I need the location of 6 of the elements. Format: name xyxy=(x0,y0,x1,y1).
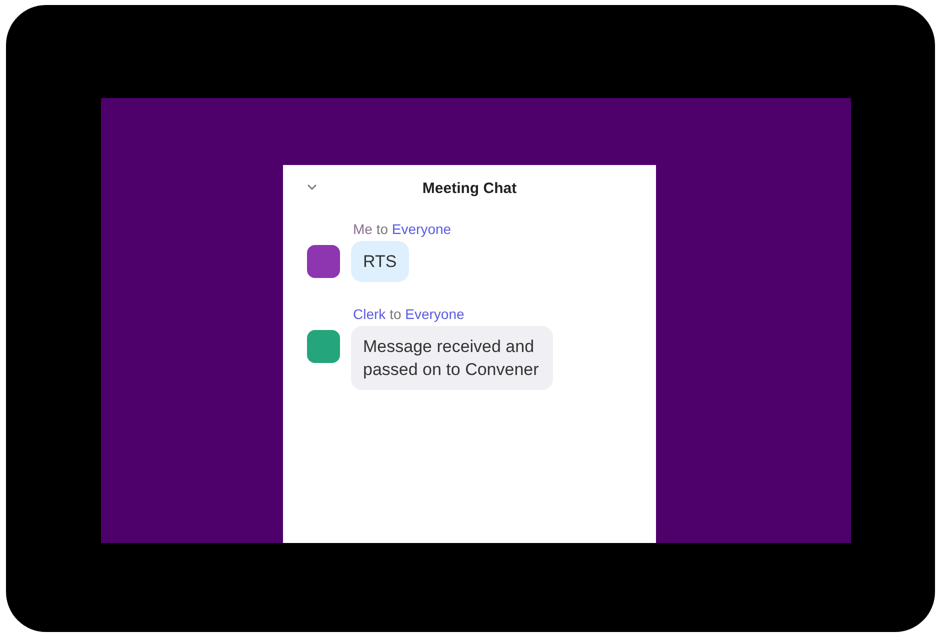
message-header: Me to Everyone xyxy=(353,221,452,237)
message-header: Clerk to Everyone xyxy=(353,306,466,322)
chevron-down-icon[interactable] xyxy=(305,182,319,192)
message-bubble: RTS xyxy=(351,241,409,282)
message-bubble: Message received and passed on to Convener xyxy=(351,326,553,390)
panel-title: Meeting Chat xyxy=(422,180,517,196)
